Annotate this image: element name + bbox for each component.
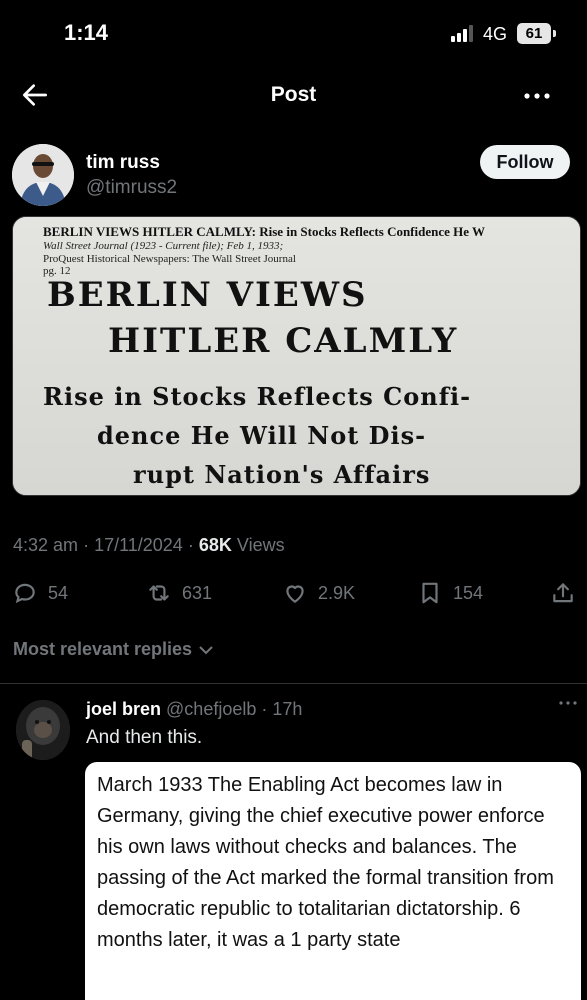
share-button[interactable]	[550, 578, 576, 608]
meta-separator: ·	[83, 535, 95, 555]
clipping-citation-title: BERLIN VIEWS HITLER CALMLY: Rise in Stoc…	[43, 224, 486, 239]
network-label: 4G	[483, 24, 508, 44]
more-icon[interactable]	[520, 82, 554, 110]
bookmark-button[interactable]: 154	[417, 578, 483, 608]
post-date: 17/11/2024	[94, 535, 183, 555]
clipping-subhead-1: Rise in Stocks Reflects Confi-	[43, 382, 472, 411]
share-icon	[553, 583, 573, 603]
reply-header: joel bren @chefjoelb · 17h	[86, 699, 302, 720]
reply-avatar[interactable]	[16, 700, 70, 760]
reply-author-name[interactable]: joel bren	[86, 699, 161, 719]
clipping-headline-1: BERLIN VIEWS	[47, 275, 368, 315]
reply-more-icon[interactable]	[557, 696, 579, 710]
author-handle[interactable]: @timruss2	[86, 177, 177, 199]
clipping-citation-source: Wall Street Journal (1923 - Current file…	[43, 240, 284, 252]
reply-button[interactable]: 54	[12, 578, 68, 608]
battery-icon: 61	[517, 23, 551, 44]
like-icon	[286, 585, 304, 603]
replies-filter[interactable]: Most relevant replies	[13, 639, 215, 660]
bookmark-count: 154	[453, 582, 484, 603]
clipping-headline-2: HITLER CALMLY	[108, 321, 459, 361]
avatar-photo	[12, 144, 74, 206]
divider	[0, 683, 587, 684]
replies-filter-label: Most relevant replies	[13, 639, 193, 659]
views-label: Views	[236, 535, 285, 555]
reply-text: And then this.	[86, 727, 203, 748]
post-author-row: tim russ @timruss2 Follow	[0, 140, 587, 210]
like-count: 2.9K	[318, 582, 356, 603]
action-bar: 54 631 2.9K 154	[0, 578, 587, 610]
chevron-down-icon	[199, 646, 213, 655]
top-bar: Post	[0, 66, 587, 126]
repost-count: 631	[182, 582, 213, 603]
clipping-subhead-3: rupt Nation's Affairs	[133, 460, 431, 489]
meta-separator: ·	[187, 535, 199, 555]
views-count: 68K	[198, 535, 232, 555]
clipping-subhead-2: dence He Will Not Dis-	[97, 421, 427, 450]
signal-icon	[451, 24, 477, 42]
reply-separator: ·	[256, 699, 273, 719]
follow-button[interactable]: Follow	[480, 145, 570, 179]
battery-tip	[553, 30, 556, 37]
status-bar: 1:14 4G 61	[0, 0, 587, 66]
reply-count: 54	[48, 582, 69, 603]
reply-age: 17h	[272, 699, 303, 719]
page-title: Post	[270, 83, 317, 106]
post-image[interactable]: BERLIN VIEWS HITLER CALMLY: Rise in Stoc…	[12, 216, 581, 496]
avatar[interactable]	[12, 144, 74, 206]
reply-author-handle[interactable]: @chefjoelb	[166, 699, 256, 719]
clipping-citation-db: ProQuest Historical Newspapers: The Wall…	[43, 253, 296, 265]
post-meta: 4:32 am · 17/11/2024 · 68K Views	[13, 535, 285, 556]
reply-image-text: March 1933 The Enabling Act becomes law …	[97, 774, 554, 951]
post-time: 4:32 am	[13, 535, 79, 555]
reply-image[interactable]: March 1933 The Enabling Act becomes law …	[85, 762, 581, 1000]
status-time: 1:14	[64, 20, 109, 45]
author-name[interactable]: tim russ	[86, 152, 160, 174]
reply-icon	[15, 583, 35, 604]
repost-button[interactable]: 631	[146, 578, 212, 608]
repost-icon	[149, 585, 169, 601]
like-button[interactable]: 2.9K	[282, 578, 355, 608]
bookmark-icon	[422, 582, 438, 604]
reply-avatar-photo	[16, 700, 70, 760]
